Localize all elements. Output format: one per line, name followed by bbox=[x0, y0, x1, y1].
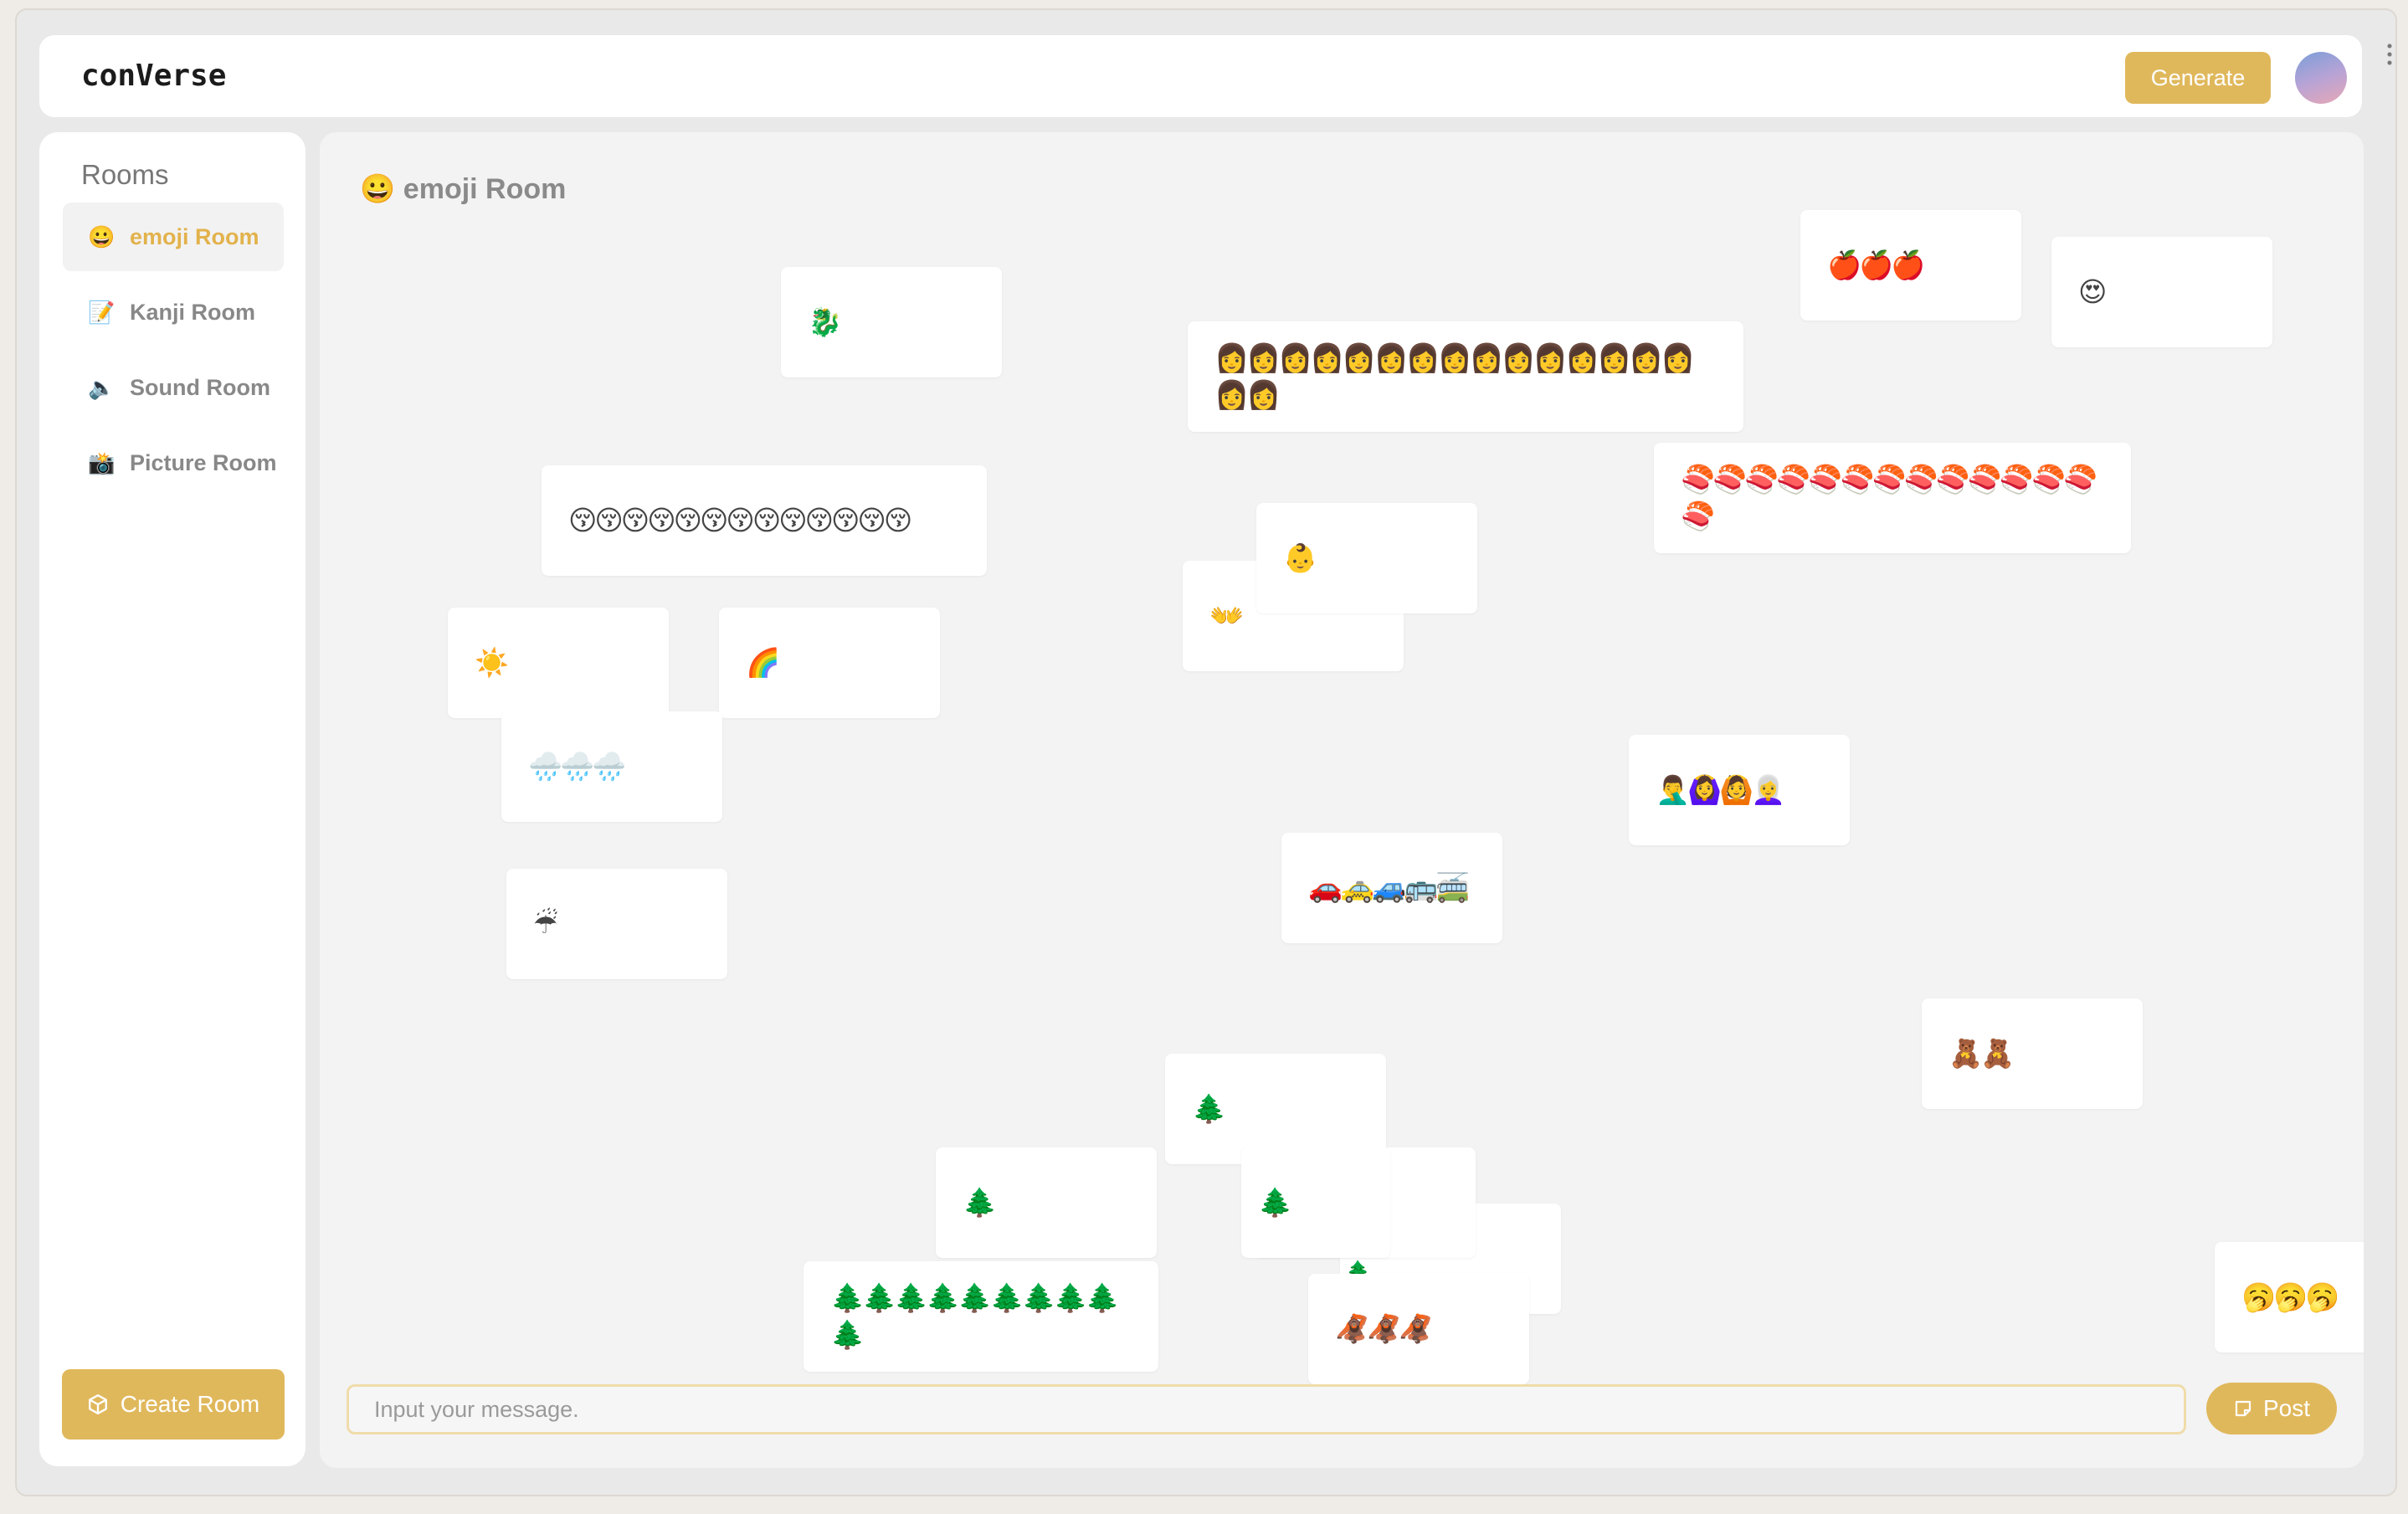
room-title: 😀 emoji Room bbox=[360, 172, 566, 206]
cube-icon bbox=[88, 1393, 107, 1415]
message-card[interactable]: 🌲 bbox=[936, 1147, 1157, 1258]
sidebar-item-sound-room[interactable]: 🔈 Sound Room bbox=[63, 353, 284, 422]
rooms-sidebar: Rooms 😀 emoji Room 📝 Kanji Room 🔈 Sound … bbox=[39, 132, 305, 1466]
sidebar-item-picture-room[interactable]: 📸 Picture Room bbox=[63, 429, 284, 497]
memo-icon: 📝 bbox=[88, 299, 116, 325]
message-card[interactable]: 🌲🌲🌲🌲🌲🌲🌲🌲🌲🌲 bbox=[804, 1261, 1158, 1372]
message-card[interactable]: ☔ bbox=[506, 869, 727, 979]
message-card[interactable]: 🥱🥱🥱 bbox=[2215, 1242, 2364, 1352]
message-card[interactable]: 🤦‍♂️🙆‍♀️🙆👩‍🦳 bbox=[1629, 735, 1850, 845]
message-card[interactable]: 🌈 bbox=[719, 608, 940, 718]
message-card[interactable]: 👩👩👩👩👩👩👩👩👩👩👩👩👩👩👩👩👩 bbox=[1188, 321, 1743, 432]
message-card[interactable]: 👶 bbox=[1256, 503, 1477, 613]
sidebar-item-label: Sound Room bbox=[130, 374, 270, 400]
grinning-face-icon: 😀 bbox=[360, 173, 396, 205]
grinning-face-icon: 😀 bbox=[88, 223, 116, 249]
create-room-label: Create Room bbox=[120, 1391, 260, 1417]
post-label: Post bbox=[2262, 1395, 2311, 1421]
app-logo: conVerse bbox=[81, 59, 227, 93]
message-card[interactable]: 🧸🧸 bbox=[1922, 998, 2143, 1109]
message-card[interactable]: 😚😚😚😚😚😚😚😚😚😚😚😚😚 bbox=[542, 465, 987, 576]
sidebar-item-label: Kanji Room bbox=[130, 299, 256, 325]
message-card[interactable]: 🍣🍣🍣🍣🍣🍣🍣🍣🍣🍣🍣🍣🍣🍣 bbox=[1654, 443, 2131, 553]
message-card[interactable]: 🍎🍎🍎 bbox=[1800, 210, 2021, 321]
window-resize-grip[interactable] bbox=[2387, 42, 2392, 69]
note-icon bbox=[2235, 1400, 2251, 1417]
room-canvas: 😀 emoji Room 🐉 👩👩👩👩👩👩👩👩👩👩👩👩👩👩👩👩👩 🍎🍎🍎 😍 😚… bbox=[318, 131, 2365, 1470]
message-card[interactable]: ☀️ bbox=[448, 608, 669, 718]
user-avatar[interactable] bbox=[2295, 52, 2347, 104]
message-input[interactable] bbox=[347, 1384, 2186, 1434]
message-card[interactable]: 😍 bbox=[2051, 237, 2272, 347]
message-card[interactable]: 🌲 bbox=[1241, 1147, 1390, 1258]
room-title-text: emoji Room bbox=[403, 173, 567, 205]
generate-button[interactable]: Generate bbox=[2125, 52, 2271, 104]
camera-flash-icon: 📸 bbox=[88, 449, 116, 475]
message-card[interactable]: 🌧️🌧️🌧️ bbox=[501, 711, 722, 822]
sidebar-item-emoji-room[interactable]: 😀 emoji Room bbox=[63, 203, 284, 271]
message-card[interactable]: 🚗🚕🚙🚌🚎 bbox=[1281, 833, 1502, 943]
post-button[interactable]: Post bbox=[2206, 1383, 2337, 1434]
message-card[interactable]: 🦧🦧🦧 bbox=[1308, 1274, 1529, 1384]
sidebar-item-label: Picture Room bbox=[130, 449, 277, 475]
top-bar: conVerse Generate bbox=[39, 35, 2362, 117]
rooms-heading: Rooms bbox=[81, 159, 169, 190]
message-card[interactable]: 🐉 bbox=[781, 267, 1002, 377]
create-room-button[interactable]: Create Room bbox=[62, 1369, 285, 1440]
sidebar-item-kanji-room[interactable]: 📝 Kanji Room bbox=[63, 278, 284, 346]
speaker-icon: 🔈 bbox=[88, 374, 116, 400]
sidebar-item-label: emoji Room bbox=[130, 223, 259, 249]
